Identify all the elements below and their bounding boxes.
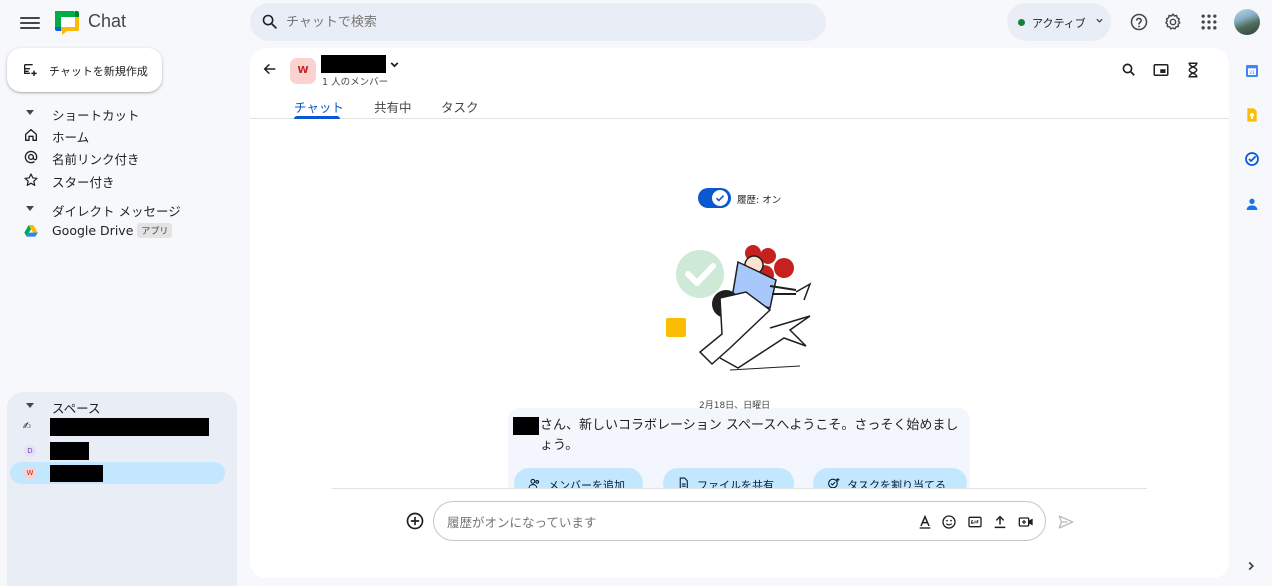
new-chat-button[interactable]: チャットを新規作成	[7, 48, 162, 92]
space-avatar: W	[290, 58, 316, 84]
redacted-space-name	[50, 442, 89, 460]
redacted-user-name	[513, 417, 539, 435]
sidebar-item-label: 名前リンク付き	[52, 152, 140, 167]
redacted-space-name	[50, 465, 103, 482]
active-tab-indicator	[294, 116, 340, 119]
shortcuts-header-label: ショートカット	[52, 108, 140, 123]
toggle-knob	[712, 190, 728, 206]
contacts-icon[interactable]	[1244, 196, 1260, 212]
space-avatar: W	[24, 467, 36, 479]
status-dot	[1018, 19, 1025, 26]
apps-grid-icon[interactable]	[1199, 12, 1219, 32]
app-badge: アプリ	[137, 223, 173, 238]
send-icon[interactable]	[1057, 513, 1075, 531]
sidebar-item-label: ホーム	[52, 130, 90, 145]
upload-icon[interactable]	[992, 514, 1008, 530]
back-arrow-icon[interactable]	[262, 61, 278, 77]
message-input[interactable]	[447, 512, 887, 532]
picture-in-picture-icon[interactable]	[1152, 61, 1170, 79]
sidebar-item-mentions[interactable]: 名前リンク付き	[0, 146, 236, 168]
space-item[interactable]: D	[10, 440, 225, 462]
search-input[interactable]	[286, 9, 806, 35]
emoji-icon[interactable]	[941, 514, 957, 530]
collapse-caret-icon	[26, 110, 34, 115]
spaces-header-label: スペース	[52, 401, 101, 416]
composer-divider	[332, 488, 1147, 489]
sidebar-item-google-drive[interactable]: Google Drive アプリ	[0, 220, 236, 242]
settings-gear-icon[interactable]	[1163, 12, 1183, 32]
help-icon[interactable]	[1129, 12, 1149, 32]
welcome-illustration	[666, 245, 812, 371]
tab-shared[interactable]: 共有中	[374, 97, 412, 116]
tab-chat[interactable]: チャット	[294, 97, 344, 116]
welcome-message: さん、新しいコラボレーション スペースへようこそ。さっそく始めましょう。	[540, 418, 959, 453]
search-icon	[262, 14, 277, 29]
space-item[interactable]: ✍	[10, 417, 225, 439]
app-title: Chat	[88, 11, 127, 31]
google-chat-logo	[55, 11, 79, 35]
history-label: 履歴: オン	[737, 195, 782, 206]
date-divider: 2月18日、日曜日	[699, 401, 771, 411]
message-composer[interactable]	[433, 501, 1046, 541]
status-label: アクティブ	[1032, 17, 1086, 30]
star-icon	[24, 173, 38, 186]
shortcuts-header[interactable]: ショートカット	[0, 102, 236, 124]
hamburger-icon[interactable]	[20, 14, 40, 30]
sidebar-item-starred[interactable]: スター付き	[0, 169, 236, 191]
svg-text:31: 31	[1249, 70, 1255, 76]
history-toggle[interactable]	[698, 188, 731, 208]
add-attachment-icon[interactable]	[405, 511, 425, 531]
spaces-panel: スペース ✍ D W	[7, 392, 237, 586]
format-text-icon[interactable]	[917, 514, 933, 530]
sidebar-item-home[interactable]: ホーム	[0, 124, 236, 146]
at-sign-icon	[24, 150, 38, 164]
redacted-space-title	[321, 55, 386, 73]
chevron-down-icon[interactable]	[389, 59, 400, 70]
tab-tasks[interactable]: タスク	[441, 97, 479, 116]
search-icon[interactable]	[1120, 61, 1138, 79]
new-chat-label: チャットを新規作成	[49, 65, 148, 78]
space-item-selected[interactable]: W	[10, 462, 225, 484]
tab-bar: チャット 共有中 タスク	[250, 94, 1229, 119]
home-icon	[25, 129, 37, 141]
calendar-icon[interactable]: 31	[1244, 63, 1260, 79]
google-drive-icon	[24, 225, 38, 237]
dm-header-label: ダイレクト メッセージ	[52, 204, 181, 219]
member-count: 1 人のメンバー	[322, 77, 389, 88]
sidebar-item-label: スター付き	[52, 175, 115, 190]
spaces-header[interactable]: スペース	[0, 395, 236, 417]
gif-icon[interactable]	[967, 514, 983, 530]
conversation-panel: W 1 人のメンバー チャット 共有中 タスク 履歴: オン 2月18日、日曜日	[250, 48, 1229, 578]
video-meet-icon[interactable]	[1018, 514, 1034, 530]
new-chat-icon	[24, 64, 37, 76]
redacted-space-name	[50, 418, 209, 436]
chevron-down-icon	[1096, 18, 1103, 23]
sidebar-item-label: Google Drive	[52, 223, 134, 238]
status-dropdown[interactable]: アクティブ	[1007, 3, 1111, 41]
space-avatar: ✍	[22, 421, 32, 432]
search-bar[interactable]	[250, 3, 826, 41]
space-avatar: D	[24, 445, 36, 457]
collapse-caret-icon	[26, 403, 34, 408]
hourglass-icon[interactable]	[1184, 61, 1202, 79]
dm-header[interactable]: ダイレクト メッセージ	[0, 198, 236, 220]
check-icon	[715, 195, 725, 202]
chevron-right-icon[interactable]	[1245, 560, 1257, 572]
collapse-caret-icon	[26, 206, 34, 211]
account-avatar[interactable]	[1234, 9, 1260, 35]
keep-icon[interactable]	[1244, 107, 1260, 123]
tasks-icon[interactable]	[1244, 151, 1260, 167]
